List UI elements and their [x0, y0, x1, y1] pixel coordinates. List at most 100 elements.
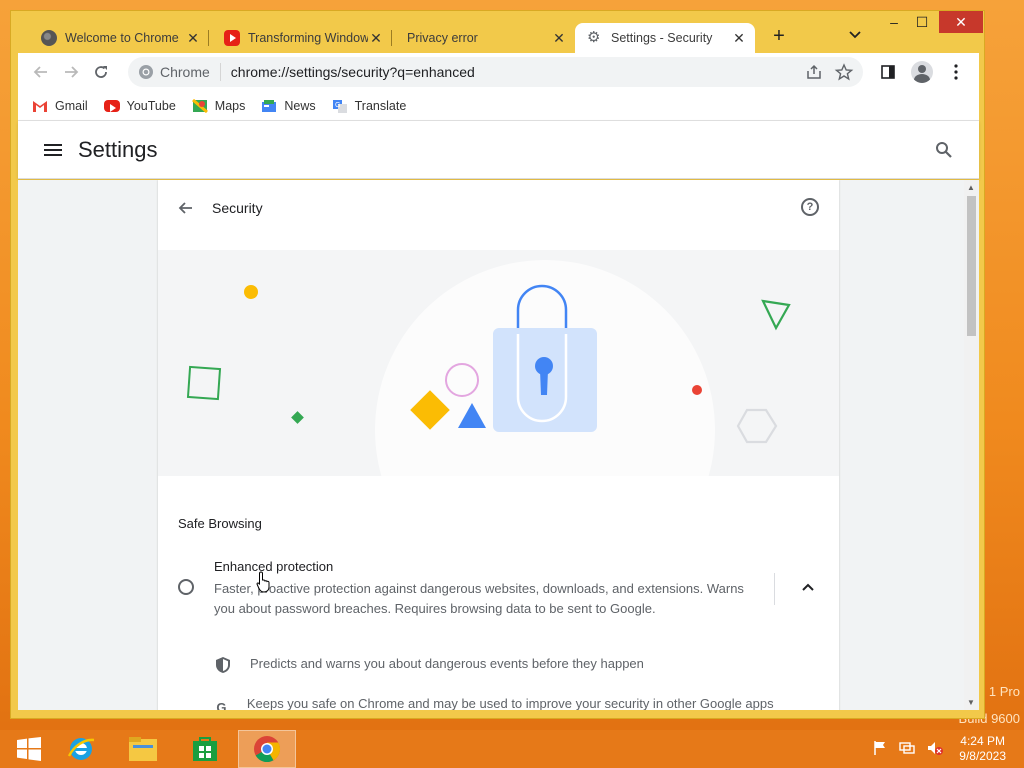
forward-button[interactable]	[56, 57, 86, 87]
green-triangle-shape	[761, 299, 791, 331]
padlock-illustration	[186, 260, 791, 600]
translate-icon: G	[332, 99, 347, 113]
more-vert-icon	[954, 64, 958, 80]
enhanced-protection-radio[interactable]	[178, 579, 194, 595]
enhanced-protection-description: Faster, proactive protection against dan…	[214, 581, 744, 616]
green-diamond-shape	[291, 411, 304, 424]
gear-icon: ⚙	[587, 29, 601, 46]
hand-cursor-icon	[256, 571, 272, 598]
bookmark-translate[interactable]: G Translate	[332, 99, 406, 113]
folder-icon	[129, 737, 157, 761]
tab-title: Welcome to Chrome	[65, 31, 179, 45]
section-title: Security	[212, 200, 263, 216]
address-bar[interactable]: Chrome chrome://settings/security?q=enha…	[128, 57, 863, 87]
store-icon	[193, 737, 217, 761]
bookmark-label: YouTube	[126, 98, 176, 113]
tab-title: Transforming Window	[248, 31, 368, 45]
arrow-left-icon	[33, 66, 47, 78]
bookmark-news[interactable]: News	[261, 99, 316, 113]
search-icon[interactable]	[935, 141, 953, 159]
share-icon[interactable]	[805, 63, 823, 81]
bookmark-star-icon[interactable]	[829, 63, 859, 81]
divider	[774, 573, 775, 605]
security-card: Security ? Safe Browsing Enhanced protec…	[158, 180, 839, 710]
chrome-logo-icon	[254, 736, 281, 763]
grey-hexagon-shape	[736, 408, 778, 444]
help-icon[interactable]: ?	[801, 198, 819, 216]
tab-privacy-error[interactable]: Privacy error ✕	[395, 23, 575, 53]
start-button[interactable]	[0, 730, 58, 768]
feature-row-predicts: Predicts and warns you about dangerous e…	[214, 656, 644, 674]
clock-date: 9/8/2023	[959, 749, 1006, 763]
feature-row-keeps-safe: G Keeps you safe on Chrome and may be us…	[214, 694, 794, 710]
volume-muted-icon[interactable]	[926, 740, 944, 756]
windows-logo-icon	[17, 737, 41, 761]
shield-icon	[216, 657, 230, 673]
bookmark-label: Gmail	[55, 98, 88, 113]
close-icon[interactable]: ✕	[368, 30, 384, 47]
scrollbar-thumb[interactable]	[967, 196, 976, 336]
reload-icon	[95, 66, 107, 78]
close-icon[interactable]: ✕	[551, 30, 567, 47]
green-square-shape	[186, 365, 222, 401]
omnibox-actions	[805, 57, 859, 87]
safe-browsing-heading: Safe Browsing	[178, 516, 262, 531]
scrollbar[interactable]: ▲ ▼	[964, 180, 979, 710]
new-tab-button[interactable]: +	[767, 25, 791, 49]
feature-text: Keeps you safe on Chrome and may be used…	[246, 696, 774, 710]
chevron-down-icon	[849, 31, 861, 39]
taskbar-file-explorer[interactable]	[114, 730, 172, 768]
browser-toolbar: Chrome chrome://settings/security?q=enha…	[18, 53, 979, 91]
tab-youtube[interactable]: Transforming Window ✕	[212, 23, 392, 53]
security-illustration	[158, 250, 839, 600]
taskbar-internet-explorer[interactable]	[52, 730, 110, 768]
back-arrow-icon[interactable]	[178, 200, 194, 216]
menu-button[interactable]	[941, 57, 971, 87]
flag-icon[interactable]	[872, 740, 888, 756]
clock[interactable]: 4:24 PM 9/8/2023	[959, 734, 1006, 764]
settings-content: Security ? Safe Browsing Enhanced protec…	[18, 180, 979, 710]
system-tray	[872, 740, 944, 756]
back-button[interactable]	[26, 57, 56, 87]
news-icon	[262, 99, 277, 112]
yellow-dot-shape	[244, 285, 258, 299]
bookmark-maps[interactable]: Maps	[191, 98, 246, 113]
bookmark-label: Maps	[214, 98, 246, 113]
bookmark-youtube[interactable]: YouTube	[103, 98, 176, 113]
maximize-button[interactable]: ☐	[907, 11, 937, 33]
reload-button[interactable]	[86, 57, 116, 87]
side-panel-icon	[881, 65, 895, 79]
hamburger-menu-icon[interactable]	[44, 141, 62, 159]
url-text[interactable]: chrome://settings/security?q=enhanced	[231, 64, 475, 80]
settings-header: Settings	[18, 121, 979, 179]
scroll-up-arrow-icon[interactable]: ▲	[967, 183, 975, 192]
bookmark-gmail[interactable]: Gmail	[32, 99, 88, 113]
arrow-right-icon	[65, 66, 79, 78]
network-icon[interactable]	[898, 740, 916, 756]
side-panel-button[interactable]	[873, 57, 903, 87]
internet-explorer-icon	[67, 738, 95, 760]
scroll-down-arrow-icon[interactable]: ▼	[967, 698, 975, 707]
close-icon[interactable]: ✕	[185, 30, 201, 47]
clock-time: 4:24 PM	[960, 734, 1005, 748]
taskbar-store[interactable]	[176, 730, 234, 768]
tab-title: Privacy error	[407, 31, 478, 45]
maps-icon	[191, 98, 208, 113]
page-title: Settings	[78, 136, 158, 162]
tab-welcome[interactable]: Welcome to Chrome ✕	[29, 23, 209, 53]
tab-search-button[interactable]	[849, 28, 861, 42]
desktop-watermark-edition: 1 Pro	[988, 684, 1020, 699]
minimize-button[interactable]: –	[879, 11, 909, 33]
gmail-icon	[33, 100, 47, 112]
collapse-button[interactable]	[802, 580, 814, 594]
security-header: Security ?	[158, 180, 839, 236]
taskbar-chrome[interactable]	[238, 730, 296, 768]
profile-button[interactable]	[907, 57, 937, 87]
chrome-window: Welcome to Chrome ✕ Transforming Window …	[10, 10, 985, 719]
close-icon[interactable]: ✕	[731, 30, 747, 47]
google-g-icon: G	[216, 700, 227, 710]
svg-text:G: G	[335, 102, 340, 109]
close-window-button[interactable]: ✕	[939, 11, 983, 33]
tab-settings-security[interactable]: ⚙ Settings - Security ✕	[575, 23, 755, 53]
avatar	[911, 61, 933, 83]
